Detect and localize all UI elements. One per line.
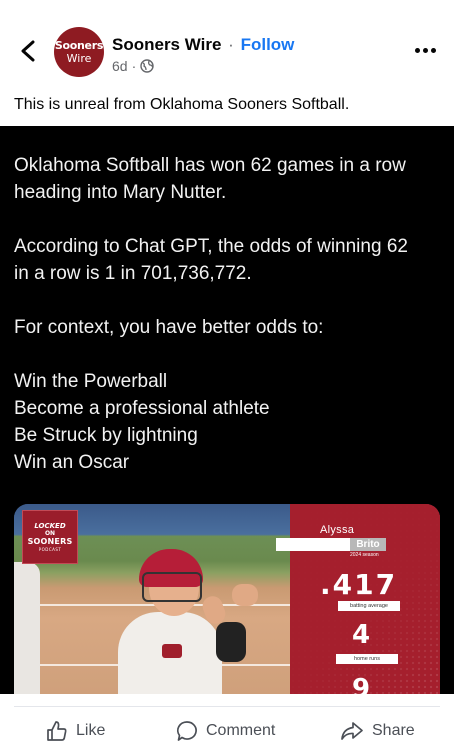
more-options-button[interactable] — [410, 38, 440, 62]
more-dot-icon — [414, 47, 420, 53]
action-bar: Like Comment Share — [0, 712, 454, 750]
share-button[interactable]: Share — [340, 718, 415, 744]
meta-separator: · — [131, 58, 137, 74]
arm-sleeve — [216, 622, 246, 662]
post-list-item: Win an Oscar — [14, 452, 130, 473]
background-player — [14, 562, 40, 694]
post-list-item: Become a professional athlete — [14, 398, 270, 419]
share-arrow-icon — [341, 722, 363, 740]
batting-average-value: .417 — [320, 568, 398, 601]
stats-panel: Alyssa Brito 2024 season .417 batting av… — [276, 504, 440, 694]
logo-text: SOONERS — [27, 536, 73, 546]
post-line: According to Chat GPT, the odds of winni… — [14, 236, 408, 257]
share-label: Share — [372, 722, 415, 739]
logo-text: LOCKED — [34, 521, 66, 530]
post-list-item: Win the Powerball — [14, 371, 168, 392]
action-divider — [14, 706, 440, 707]
player-hand — [232, 584, 258, 606]
post-image[interactable]: LOCKED ON SOONERS PODCAST Alyssa Brito 2… — [14, 504, 440, 694]
jersey-badge — [162, 644, 182, 658]
page-avatar[interactable]: Sooners Wire — [54, 27, 104, 77]
player-first-name: Alyssa — [320, 524, 355, 536]
page-name[interactable]: Sooners Wire — [112, 35, 221, 54]
avatar-text-line1: Sooners — [54, 39, 104, 52]
post-line: heading into Mary Nutter. — [14, 182, 227, 203]
more-dot-icon — [422, 47, 428, 53]
post-header: Sooners Wire Sooners Wire · Follow 6d · — [0, 0, 454, 90]
post-caption: This is unreal from Oklahoma Sooners Sof… — [14, 96, 350, 113]
post-line: For context, you have better odds to: — [14, 317, 324, 338]
post-timestamp[interactable]: 6d — [112, 58, 128, 74]
third-stat-value: 9 — [352, 674, 371, 694]
back-button[interactable] — [14, 36, 42, 66]
name-separator: · — [228, 35, 234, 54]
more-dot-icon — [430, 47, 436, 53]
post-meta: 6d · — [112, 58, 154, 74]
post-line: Oklahoma Softball has won 62 games in a … — [14, 155, 406, 176]
post-text: Oklahoma Softball has won 62 games in a … — [14, 152, 444, 476]
avatar-text-line2: Wire — [66, 52, 92, 65]
logo-text: ON — [44, 529, 56, 537]
post-line: in a row is 1 in 701,736,772. — [14, 263, 252, 284]
player-last-name: Brito — [350, 538, 386, 551]
face-guard — [142, 572, 202, 602]
globe-icon — [140, 59, 154, 73]
home-runs-label: home runs — [336, 654, 398, 664]
home-runs-value: 4 — [352, 620, 371, 650]
page-name-row: Sooners Wire · Follow — [112, 35, 294, 55]
post-text-card: Oklahoma Softball has won 62 games in a … — [0, 126, 454, 694]
chevron-left-icon — [21, 40, 35, 62]
post-list-item: Be Struck by lightning — [14, 425, 198, 446]
follow-button[interactable]: Follow — [241, 35, 295, 54]
like-button[interactable]: Like — [46, 718, 105, 744]
thumbs-up-icon — [47, 721, 67, 741]
podcast-logo: LOCKED ON SOONERS PODCAST — [22, 510, 78, 564]
comment-button[interactable]: Comment — [176, 718, 275, 744]
like-label: Like — [76, 722, 106, 739]
batting-average-label: batting average — [338, 601, 400, 611]
comment-label: Comment — [206, 722, 276, 739]
season-label: 2024 season — [350, 552, 379, 558]
logo-text: PODCAST — [38, 546, 62, 552]
player-photo: LOCKED ON SOONERS PODCAST — [14, 504, 290, 694]
comment-bubble-icon — [176, 721, 197, 741]
